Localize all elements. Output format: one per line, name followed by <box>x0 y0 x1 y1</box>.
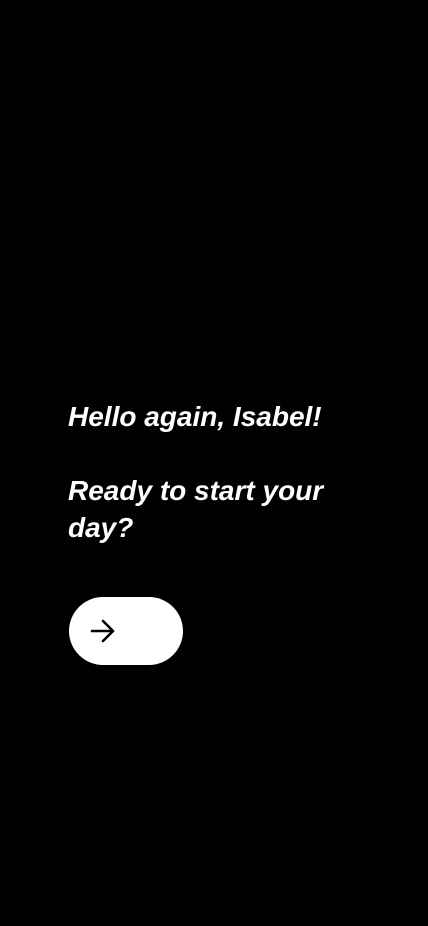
greeting-spacer <box>68 435 388 472</box>
greeting-prompt-line-1: Ready to start your <box>68 475 324 506</box>
greeting-message: Hello again, Isabel! Ready to start your… <box>68 398 388 546</box>
welcome-screen: Hello again, Isabel! Ready to start your… <box>0 0 428 926</box>
continue-button[interactable] <box>69 597 183 665</box>
greeting-hello: Hello again, Isabel! <box>68 401 322 432</box>
arrow-right-icon <box>90 619 115 643</box>
greeting-prompt-line-2: day? <box>68 512 134 543</box>
